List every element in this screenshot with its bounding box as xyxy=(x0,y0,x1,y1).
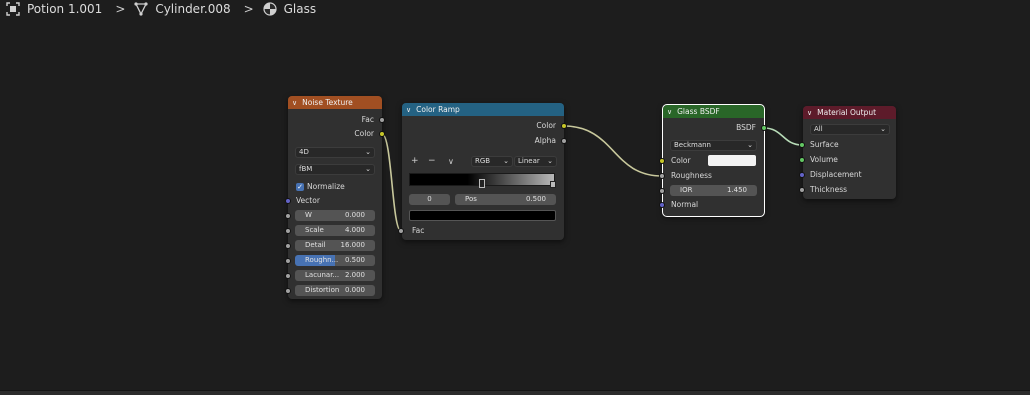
output-color-label: Color xyxy=(536,121,556,130)
target-dropdown[interactable]: All ⌄ xyxy=(810,124,890,135)
noise-texture-node[interactable]: ∨ Noise Texture Fac Color 4D ⌄ fBM ⌄ ✓ Nor… xyxy=(288,96,382,299)
ramp-stop-black[interactable] xyxy=(479,179,485,188)
material-output-header[interactable]: ∨ Material Output xyxy=(803,106,896,119)
glass-bsdf-output-socket[interactable] xyxy=(761,125,767,131)
output-alpha-label: Alpha xyxy=(534,136,556,145)
color-ramp-header[interactable]: ∨ Color Ramp xyxy=(402,103,564,116)
collapse-icon[interactable]: ∨ xyxy=(292,99,297,107)
color-mode-dropdown[interactable]: RGB ⌄ xyxy=(471,156,513,167)
distortion-field[interactable]: Distortion 0.000 xyxy=(295,285,375,296)
stop-index-field[interactable]: 0 xyxy=(409,194,450,205)
input-fac-label: Fac xyxy=(412,226,425,235)
chevron-down-icon: ⌄ xyxy=(747,141,753,149)
noise-texture-header[interactable]: ∨ Noise Texture xyxy=(288,96,382,109)
node-title: Glass BSDF xyxy=(677,107,720,116)
output-fac-label: Fac xyxy=(361,115,374,124)
editor-bottom-border xyxy=(0,390,1030,395)
output-volume-input-socket[interactable] xyxy=(799,157,805,163)
node-title: Color Ramp xyxy=(416,105,460,114)
dimensions-dropdown[interactable]: 4D ⌄ xyxy=(295,147,375,158)
node-title: Material Output xyxy=(817,108,877,117)
ramp-menu-icon[interactable]: ∨ xyxy=(448,156,454,167)
stop-color-swatch[interactable] xyxy=(409,210,556,221)
ior-field[interactable]: IOR 1.450 xyxy=(670,185,757,196)
roughness-field[interactable]: Roughn... 0.500 xyxy=(295,255,375,266)
stop-position-field[interactable]: Pos 0.500 xyxy=(455,194,556,205)
distribution-dropdown[interactable]: Beckmann ⌄ xyxy=(670,140,757,151)
normalize-checkbox[interactable]: ✓ xyxy=(296,183,304,191)
chevron-down-icon: ⌄ xyxy=(880,125,886,133)
link-ramp-color-to-glass-roughness xyxy=(563,125,663,177)
surface-input-label: Surface xyxy=(810,140,839,149)
normalize-label: Normalize xyxy=(307,182,345,191)
color-input-label: Color xyxy=(671,156,691,165)
collapse-icon[interactable]: ∨ xyxy=(667,108,672,116)
output-surface-input-socket[interactable] xyxy=(799,142,805,148)
glass-color-input-socket[interactable] xyxy=(659,158,665,164)
chevron-down-icon: ⌄ xyxy=(547,157,553,165)
glass-bsdf-header[interactable]: ∨ Glass BSDF xyxy=(663,105,764,118)
ramp-stop-white[interactable] xyxy=(550,181,556,188)
ramp-alpha-output-socket[interactable] xyxy=(561,138,567,144)
w-field[interactable]: W 0.000 xyxy=(295,210,375,221)
lacunarity-field[interactable]: Lacunar... 2.000 xyxy=(295,270,375,281)
link-noise-color-to-ramp-fac xyxy=(381,133,402,232)
noise-scale-input-socket[interactable] xyxy=(285,228,291,234)
remove-stop-icon[interactable]: − xyxy=(428,156,436,167)
output-displacement-input-socket[interactable] xyxy=(799,172,805,178)
output-thickness-input-socket[interactable] xyxy=(799,187,805,193)
collapse-icon[interactable]: ∨ xyxy=(406,106,411,114)
noise-w-input-socket[interactable] xyxy=(285,213,291,219)
glass-ior-input-socket[interactable] xyxy=(659,188,665,194)
interpolation-dropdown[interactable]: Linear ⌄ xyxy=(514,156,557,167)
glass-bsdf-node[interactable]: ∨ Glass BSDF BSDF Beckmann ⌄ Color Roughn… xyxy=(662,104,765,217)
glass-color-swatch[interactable] xyxy=(708,155,756,166)
noise-roughness-input-socket[interactable] xyxy=(285,258,291,264)
noise-vector-input-socket[interactable] xyxy=(285,198,291,204)
chevron-down-icon: ⌄ xyxy=(365,148,371,156)
vector-input-label: Vector xyxy=(296,196,320,205)
detail-field[interactable]: Detail 16.000 xyxy=(295,240,375,251)
scale-field[interactable]: Scale 4.000 xyxy=(295,225,375,236)
ramp-color-output-socket[interactable] xyxy=(561,123,567,129)
glass-roughness-input-socket[interactable] xyxy=(659,173,665,179)
output-color-label: Color xyxy=(354,129,374,138)
noise-fac-output-socket[interactable] xyxy=(379,117,385,123)
normal-input-label: Normal xyxy=(671,200,699,209)
material-output-node[interactable]: ∨ Material Output All ⌄ Surface Volume Di… xyxy=(803,106,896,199)
glass-normal-input-socket[interactable] xyxy=(659,202,665,208)
ramp-fac-input-socket[interactable] xyxy=(398,228,404,234)
collapse-icon[interactable]: ∨ xyxy=(807,109,812,117)
noise-distortion-input-socket[interactable] xyxy=(285,288,291,294)
noise-color-output-socket[interactable] xyxy=(379,131,385,137)
noise-type-dropdown[interactable]: fBM ⌄ xyxy=(295,164,375,175)
displacement-input-label: Displacement xyxy=(810,170,862,179)
roughness-input-label: Roughness xyxy=(671,171,712,180)
thickness-input-label: Thickness xyxy=(810,185,848,194)
noise-lacunarity-input-socket[interactable] xyxy=(285,273,291,279)
add-stop-icon[interactable]: + xyxy=(411,156,419,167)
volume-input-label: Volume xyxy=(810,155,838,164)
chevron-down-icon: ⌄ xyxy=(503,157,509,165)
noise-detail-input-socket[interactable] xyxy=(285,243,291,249)
output-bsdf-label: BSDF xyxy=(736,123,756,132)
link-glass-bsdf-to-output-surface xyxy=(763,127,803,146)
color-ramp-node[interactable]: ∨ Color Ramp Color Alpha + − ∨ RGB ⌄ Line… xyxy=(402,103,564,240)
chevron-down-icon: ⌄ xyxy=(365,165,371,173)
node-title: Noise Texture xyxy=(302,98,353,107)
